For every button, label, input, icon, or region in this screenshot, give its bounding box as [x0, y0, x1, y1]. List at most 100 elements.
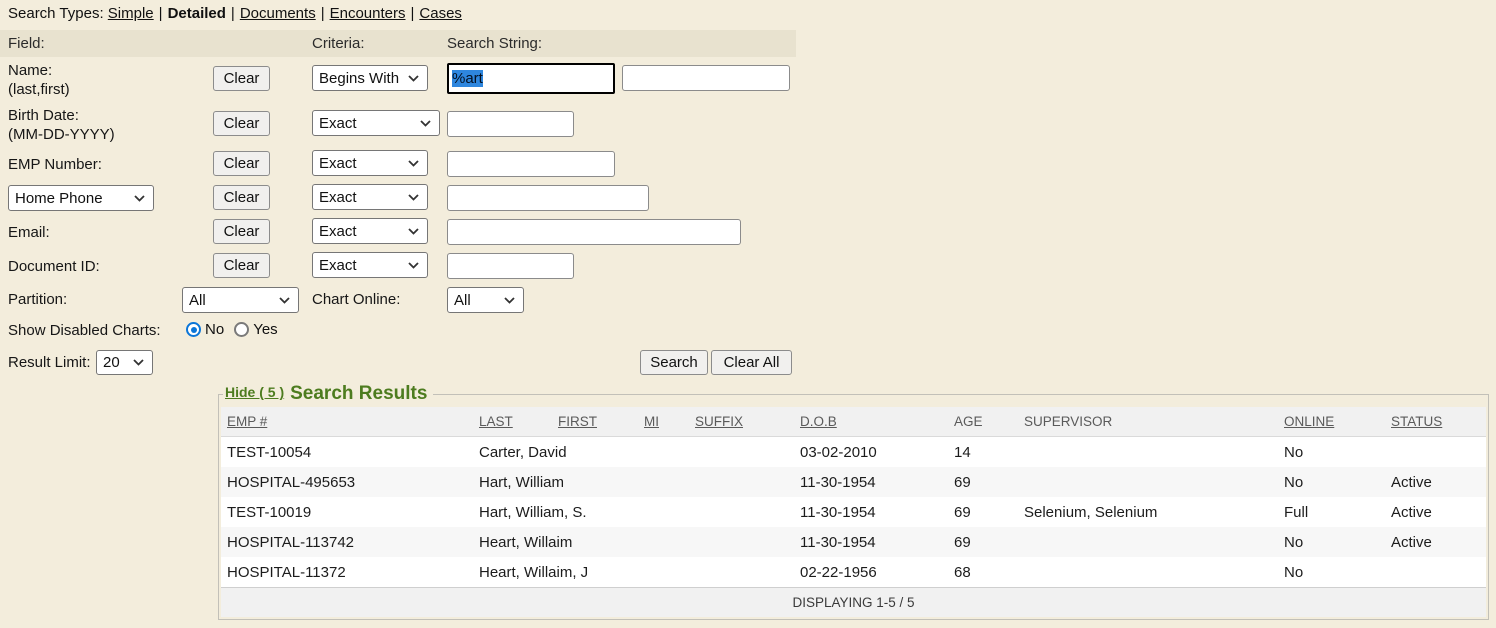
phone-clear-button[interactable]: Clear [213, 185, 270, 210]
radio-no[interactable] [186, 322, 201, 337]
results-footer-row: DISPLAYING 1-5 / 5 [221, 588, 1486, 618]
nav-link-encounters[interactable]: Encounters [330, 5, 406, 22]
table-row[interactable]: TEST-10054 Carter, David 03-02-2010 14 N… [221, 437, 1486, 468]
cell-name: Hart, William, S. [473, 497, 794, 527]
cell-status [1385, 557, 1486, 588]
criteria-column-header: Criteria: [312, 35, 365, 52]
nav-link-documents[interactable]: Documents [240, 5, 316, 22]
cell-supervisor [1018, 557, 1278, 588]
nav-link-simple[interactable]: Simple [108, 5, 154, 22]
cell-status: Active [1385, 467, 1486, 497]
cell-dob: 11-30-1954 [794, 497, 948, 527]
cell-age: 14 [948, 437, 1018, 468]
column-header-dob[interactable]: D.O.B [794, 407, 948, 437]
column-header-mi[interactable]: MI [638, 407, 689, 437]
chevron-down-icon [279, 297, 290, 304]
cell-status [1385, 437, 1486, 468]
radio-yes[interactable] [234, 322, 249, 337]
cell-dob: 11-30-1954 [794, 527, 948, 557]
table-row[interactable]: HOSPITAL-495653 Hart, William 11-30-1954… [221, 467, 1486, 497]
emp-number-clear-button[interactable]: Clear [213, 151, 270, 176]
document-id-criteria-select[interactable]: Exact [312, 252, 428, 278]
radio-yes-label: Yes [253, 321, 277, 338]
document-id-field-label: Document ID: [8, 257, 100, 276]
cell-age: 69 [948, 527, 1018, 557]
cell-name: Heart, Willaim, J [473, 557, 794, 588]
birth-date-search-input[interactable] [447, 111, 574, 137]
email-search-input[interactable] [447, 219, 741, 245]
chevron-down-icon [504, 297, 515, 304]
cell-supervisor [1018, 527, 1278, 557]
column-header-last[interactable]: LAST [473, 407, 552, 437]
displaying-count: DISPLAYING 1-5 / 5 [221, 588, 1486, 618]
table-row[interactable]: HOSPITAL-11372 Heart, Willaim, J 02-22-1… [221, 557, 1486, 588]
nav-separator: | [321, 5, 325, 22]
hide-results-link[interactable]: Hide ( 5 ) [225, 384, 284, 400]
birth-date-clear-button[interactable]: Clear [213, 111, 270, 136]
phone-field-select[interactable]: Home Phone [8, 185, 154, 211]
name-first-search-input[interactable] [622, 65, 790, 91]
chart-online-label: Chart Online: [312, 290, 400, 309]
search-button[interactable]: Search [640, 350, 708, 375]
name-clear-button[interactable]: Clear [213, 66, 270, 91]
name-criteria-select[interactable]: Begins With [312, 65, 428, 91]
search-results-panel: Hide ( 5 ) Search Results EMP # LAST FIRS… [218, 383, 1489, 620]
cell-dob: 03-02-2010 [794, 437, 948, 468]
nav-item-detailed-active[interactable]: Detailed [168, 5, 226, 22]
emp-number-criteria-select[interactable]: Exact [312, 150, 428, 176]
form-header-band: Field: Criteria: Search String: [0, 30, 796, 57]
email-criteria-select[interactable]: Exact [312, 218, 428, 244]
clear-all-button[interactable]: Clear All [711, 350, 792, 375]
show-disabled-charts-label: Show Disabled Charts: [8, 321, 161, 340]
name-search-input[interactable]: %art [447, 63, 615, 94]
cell-status: Active [1385, 527, 1486, 557]
cell-emp: TEST-10054 [221, 437, 473, 468]
document-id-search-input[interactable] [447, 253, 574, 279]
chevron-down-icon [408, 194, 419, 201]
cell-online: No [1278, 527, 1385, 557]
cell-age: 68 [948, 557, 1018, 588]
result-limit-label: Result Limit: [8, 353, 91, 372]
results-header-row: EMP # LAST FIRST MI SUFFIX D.O.B AGE SUP… [221, 407, 1486, 437]
column-header-emp[interactable]: EMP # [221, 407, 473, 437]
birth-date-field-label: Birth Date: (MM-DD-YYYY) [8, 106, 115, 144]
emp-number-field-label: EMP Number: [8, 155, 102, 174]
emp-number-search-input[interactable] [447, 151, 615, 177]
phone-criteria-select[interactable]: Exact [312, 184, 428, 210]
search-results-legend: Hide ( 5 ) Search Results [223, 383, 433, 405]
email-field-label: Email: [8, 223, 50, 242]
cell-age: 69 [948, 497, 1018, 527]
document-id-clear-button[interactable]: Clear [213, 253, 270, 278]
cell-age: 69 [948, 467, 1018, 497]
column-header-suffix[interactable]: SUFFIX [689, 407, 794, 437]
partition-select[interactable]: All [182, 287, 299, 313]
chevron-down-icon [408, 75, 419, 82]
result-limit-select[interactable]: 20 [96, 350, 153, 375]
phone-search-input[interactable] [447, 185, 649, 211]
table-row[interactable]: HOSPITAL-113742 Heart, Willaim 11-30-195… [221, 527, 1486, 557]
search-types-nav: Search Types: Simple|Detailed|Documents|… [8, 5, 462, 22]
chevron-down-icon [408, 228, 419, 235]
column-header-online[interactable]: ONLINE [1278, 407, 1385, 437]
chevron-down-icon [408, 160, 419, 167]
radio-no-label: No [205, 321, 224, 338]
partition-field-label: Partition: [8, 290, 67, 309]
nav-link-cases[interactable]: Cases [419, 5, 462, 22]
cell-emp: TEST-10019 [221, 497, 473, 527]
table-row[interactable]: TEST-10019 Hart, William, S. 11-30-1954 … [221, 497, 1486, 527]
chevron-down-icon [134, 195, 145, 202]
column-header-status[interactable]: STATUS [1385, 407, 1486, 437]
chart-online-select[interactable]: All [447, 287, 524, 313]
email-clear-button[interactable]: Clear [213, 219, 270, 244]
search-results-title: Search Results [290, 383, 427, 404]
search-string-column-header: Search String: [447, 35, 542, 52]
show-disabled-radio-group: No Yes [186, 321, 288, 338]
column-header-first[interactable]: FIRST [552, 407, 638, 437]
name-field-label: Name: (last,first) [8, 61, 70, 99]
search-types-label: Search Types: [8, 5, 104, 22]
cell-dob: 02-22-1956 [794, 557, 948, 588]
column-header-supervisor: SUPERVISOR [1018, 407, 1278, 437]
cell-name: Carter, David [473, 437, 794, 468]
cell-name: Hart, William [473, 467, 794, 497]
birth-date-criteria-select[interactable]: Exact [312, 110, 440, 136]
